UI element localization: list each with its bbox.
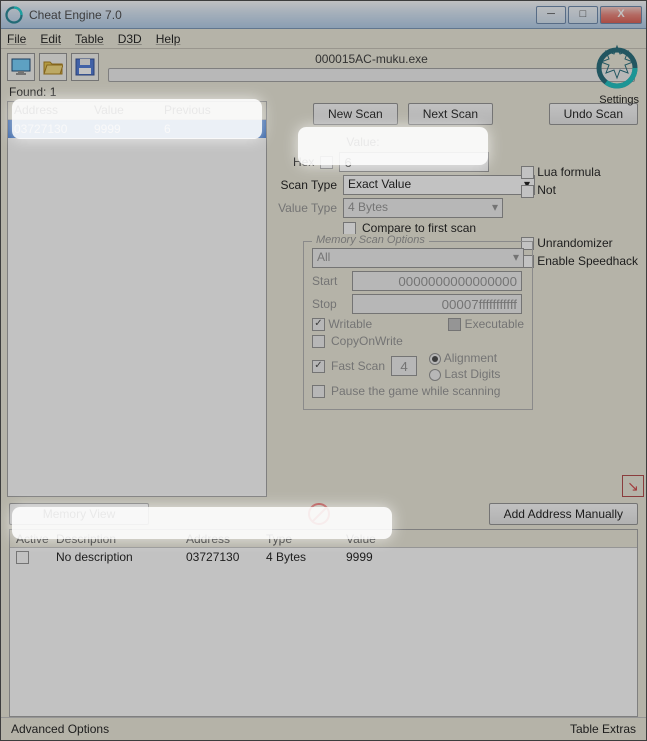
lua-label: Lua formula	[537, 165, 600, 179]
compare-first-checkbox[interactable]	[343, 222, 356, 235]
menu-file[interactable]: File	[7, 32, 26, 46]
fast-scan-checkbox[interactable]	[312, 360, 325, 373]
writable-label: Writable	[328, 317, 372, 331]
scan-progress	[108, 68, 634, 82]
col-previous[interactable]: Previous	[158, 102, 238, 119]
pause-label: Pause the game while scanning	[331, 384, 500, 398]
col-active[interactable]: Active	[10, 531, 50, 547]
lua-checkbox[interactable]	[521, 166, 534, 179]
col-address[interactable]: Address	[8, 102, 88, 119]
memory-scan-options-group: Memory Scan Options All▾ Start Stop Writ…	[303, 241, 533, 410]
scan-panel: New Scan Next Scan Undo Scan Value: Hex …	[269, 99, 646, 499]
hex-label: Hex	[293, 155, 314, 169]
scan-value-input[interactable]	[339, 152, 489, 172]
minimize-button[interactable]: ─	[536, 6, 566, 24]
cell-previous: 6	[158, 121, 238, 137]
not-checkbox[interactable]	[521, 185, 534, 198]
executable-checkbox[interactable]	[448, 318, 461, 331]
address-list[interactable]: Active Description Address Type Value No…	[9, 529, 638, 717]
stop-input[interactable]	[352, 294, 522, 314]
memory-scan-options-title: Memory Scan Options	[312, 234, 429, 246]
found-count: Found: 1	[1, 85, 646, 99]
col-type[interactable]: Type	[260, 531, 340, 547]
menubar: File Edit Table D3D Help	[1, 29, 646, 49]
alignment-label: Alignment	[444, 351, 497, 365]
close-button[interactable]: X	[600, 6, 642, 24]
monitor-icon	[11, 58, 31, 76]
value-type-select[interactable]: 4 Bytes▾	[343, 198, 503, 218]
menu-d3d[interactable]: D3D	[118, 32, 142, 46]
start-label: Start	[312, 274, 346, 288]
fast-scan-label: Fast Scan	[331, 359, 385, 373]
cell-value: 9999	[88, 121, 158, 137]
results-header: Address Value Previous	[8, 102, 266, 120]
app-icon	[5, 6, 23, 24]
advanced-options-button[interactable]: Advanced Options	[11, 722, 109, 736]
toolbar: 000015AC-muku.exe	[1, 49, 646, 85]
not-label: Not	[537, 183, 556, 197]
active-checkbox[interactable]	[16, 551, 29, 564]
settings-label[interactable]: Settings	[599, 94, 639, 106]
chevron-down-icon: ▾	[513, 250, 519, 266]
open-process-button[interactable]	[7, 53, 35, 81]
stop-label: Stop	[312, 297, 346, 311]
scan-type-label: Scan Type	[273, 178, 337, 192]
chevron-down-icon: ▾	[492, 200, 498, 216]
col-address2[interactable]: Address	[180, 531, 260, 547]
menu-help[interactable]: Help	[156, 32, 181, 46]
pause-checkbox[interactable]	[312, 385, 325, 398]
executable-label: Executable	[465, 317, 524, 331]
add-address-manually-button[interactable]: Add Address Manually	[489, 503, 638, 525]
menu-edit[interactable]: Edit	[40, 32, 61, 46]
new-scan-button[interactable]: New Scan	[313, 103, 398, 125]
cell-address: 03727130	[8, 121, 88, 137]
col-value[interactable]: Value	[88, 102, 158, 119]
maximize-button[interactable]: □	[568, 6, 598, 24]
last-digits-radio[interactable]	[429, 369, 441, 381]
cell-value2: 9999	[340, 549, 410, 565]
results-list[interactable]: Address Value Previous 03727130 9999 6	[7, 101, 267, 497]
mem-region-select[interactable]: All▾	[312, 248, 524, 268]
open-file-button[interactable]	[39, 53, 67, 81]
cheat-engine-logo[interactable]	[593, 44, 641, 92]
scan-type-select[interactable]: Exact Value▾	[343, 175, 535, 195]
save-button[interactable]	[71, 53, 99, 81]
titlebar[interactable]: Cheat Engine 7.0 ─ □ X	[1, 1, 646, 29]
hex-checkbox[interactable]	[320, 156, 333, 169]
value-label: Value:	[273, 135, 453, 149]
cell-type: 4 Bytes	[260, 549, 340, 565]
start-input[interactable]	[352, 271, 522, 291]
unrandomizer-label: Unrandomizer	[537, 236, 612, 250]
next-scan-button[interactable]: Next Scan	[408, 103, 493, 125]
cow-checkbox[interactable]	[312, 335, 325, 348]
col-value2[interactable]: Value	[340, 531, 410, 547]
floppy-icon	[75, 58, 95, 76]
writable-checkbox[interactable]	[312, 318, 325, 331]
footer: Advanced Options Table Extras	[1, 717, 646, 740]
process-name: 000015AC-muku.exe	[315, 52, 428, 66]
no-entry-icon[interactable]	[308, 503, 330, 525]
results-row[interactable]: 03727130 9999 6	[8, 120, 266, 138]
expand-arrow-icon[interactable]: ↘	[622, 475, 644, 497]
cell-address2: 03727130	[180, 549, 260, 565]
speedhack-label: Enable Speedhack	[537, 254, 638, 268]
address-list-row[interactable]: No description 03727130 4 Bytes 9999	[10, 548, 637, 566]
folder-open-icon	[43, 58, 63, 76]
menu-table[interactable]: Table	[75, 32, 104, 46]
compare-first-label: Compare to first scan	[362, 221, 476, 235]
main-window: Cheat Engine 7.0 ─ □ X File Edit Table D…	[0, 0, 647, 741]
value-type-label: Value Type	[273, 201, 337, 215]
address-list-header: Active Description Address Type Value	[10, 530, 637, 548]
window-title: Cheat Engine 7.0	[29, 8, 536, 22]
last-digits-label: Last Digits	[444, 367, 500, 381]
cow-label: CopyOnWrite	[331, 334, 403, 348]
alignment-radio[interactable]	[429, 353, 441, 365]
cell-description: No description	[50, 549, 180, 565]
memory-view-button[interactable]: Memory View	[9, 503, 149, 525]
col-description[interactable]: Description	[50, 531, 180, 547]
table-extras-button[interactable]: Table Extras	[570, 722, 636, 736]
fast-scan-value[interactable]	[391, 356, 417, 376]
undo-scan-button[interactable]: Undo Scan	[549, 103, 638, 125]
